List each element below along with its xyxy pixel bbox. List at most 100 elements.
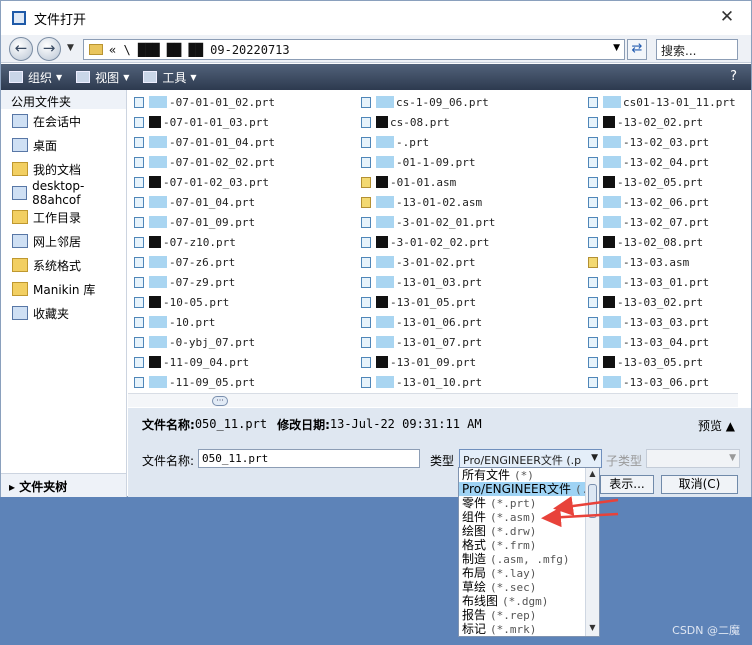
path-input[interactable]: « \ ███ ██ ██ 09-20220713 ▼	[83, 39, 625, 60]
file-item[interactable]: -01-01.asm	[361, 172, 495, 192]
subtype-select[interactable]: ▼	[646, 449, 740, 468]
file-item[interactable]: -3-01-02.prt	[361, 252, 495, 272]
scroll-down-icon[interactable]: ▼	[586, 623, 599, 635]
file-item[interactable]: -13-02_02.prt	[588, 112, 736, 132]
file-item[interactable]: -0-ybj_07.prt	[134, 332, 275, 352]
history-dropdown-icon[interactable]: ▼	[67, 43, 74, 53]
file-item[interactable]: -13-01_10.prt	[361, 372, 495, 392]
file-item[interactable]: -13-01_06.prt	[361, 312, 495, 332]
redaction-mark	[376, 216, 394, 228]
sidebar-item[interactable]: 在会话中	[1, 109, 126, 133]
type-option[interactable]: 草绘 (*.sec)	[459, 580, 599, 594]
tools-menu[interactable]: 工具 ▼	[143, 69, 197, 86]
redaction-mark	[603, 296, 615, 308]
type-option[interactable]: 布局 (*.lay)	[459, 566, 599, 580]
folder-tree-toggle[interactable]: ▸ 文件夹树	[1, 473, 126, 497]
sidebar-item[interactable]: 系统格式	[1, 253, 126, 277]
file-item[interactable]: -13-01-02.asm	[361, 192, 495, 212]
preview-toggle[interactable]: 预览 ▲	[698, 417, 735, 434]
file-name: -3-01-02_01.prt	[396, 215, 496, 229]
redaction-mark	[376, 296, 388, 308]
file-item[interactable]: -13-02_06.prt	[588, 192, 736, 212]
part-file-icon	[134, 356, 144, 368]
redaction-mark	[149, 356, 161, 368]
back-arrow-icon[interactable]: ←	[9, 37, 33, 61]
file-item[interactable]: -07-01_09.prt	[134, 212, 275, 232]
type-option-pattern: (*.mrk)	[490, 623, 537, 636]
file-item[interactable]: -13-03_02.prt	[588, 292, 736, 312]
filename-input[interactable]: 050_11.prt	[198, 449, 420, 468]
view-menu[interactable]: 视图 ▼	[76, 69, 129, 86]
file-item[interactable]: -13-01_03.prt	[361, 272, 495, 292]
sidebar-item[interactable]: 桌面	[1, 133, 126, 157]
chevron-down-icon[interactable]: ▼	[591, 453, 598, 463]
file-item[interactable]: -13-03_03.prt	[588, 312, 736, 332]
file-item[interactable]: -13-02_07.prt	[588, 212, 736, 232]
redaction-mark	[149, 196, 167, 208]
file-item[interactable]: -10-05.prt	[134, 292, 275, 312]
file-item[interactable]: -07-01-01_03.prt	[134, 112, 275, 132]
type-option[interactable]: 格式 (*.frm)	[459, 538, 599, 552]
cancel-button[interactable]: 取消(C)	[661, 475, 738, 494]
file-item[interactable]: -13-03_04.prt	[588, 332, 736, 352]
file-item[interactable]: -13-02_04.prt	[588, 152, 736, 172]
file-item[interactable]: -13-01_05.prt	[361, 292, 495, 312]
file-item[interactable]: -13-02_03.prt	[588, 132, 736, 152]
forward-arrow-icon[interactable]: →	[37, 37, 61, 61]
file-item[interactable]: -07-01-02_02.prt	[134, 152, 275, 172]
scroll-up-icon[interactable]: ▲	[586, 469, 599, 481]
file-item[interactable]: -13-01_09.prt	[361, 352, 495, 372]
file-item[interactable]: cs01-13-01_11.prt	[588, 92, 736, 112]
sidebar-item[interactable]: 收藏夹	[1, 301, 126, 325]
file-list: -07-01-01_02.prt -07-01-01_03.prt -07-01-0…	[128, 90, 738, 393]
sidebar-item[interactable]: desktop-88ahcof	[1, 179, 126, 207]
refresh-icon[interactable]: ⇄	[627, 39, 647, 60]
file-item[interactable]: -13-03_05.prt	[588, 352, 736, 372]
part-file-icon	[588, 316, 598, 328]
sidebar-item[interactable]: 工作目录	[1, 205, 126, 229]
type-option[interactable]: 布线图 (*.dgm)	[459, 594, 599, 608]
scroll-thumb[interactable]: ···	[212, 396, 228, 406]
search-input[interactable]: 搜索...	[656, 39, 738, 60]
type-option-name: 标记	[462, 622, 487, 636]
file-item[interactable]: -13-03_01.prt	[588, 272, 736, 292]
file-item[interactable]: -11-09_04.prt	[134, 352, 275, 372]
file-item[interactable]: -01-1-09.prt	[361, 152, 495, 172]
file-item[interactable]: -3-01-02_02.prt	[361, 232, 495, 252]
file-item[interactable]: cs-08.prt	[361, 112, 495, 132]
file-name: -11-09_05.prt	[169, 375, 256, 389]
sidebar-item[interactable]: 我的文档	[1, 157, 126, 181]
horizontal-scrollbar[interactable]: ···	[128, 393, 738, 407]
sidebar-item[interactable]: 网上邻居	[1, 229, 126, 253]
close-button[interactable]: ✕	[717, 7, 737, 27]
file-item[interactable]: cs-1-09_06.prt	[361, 92, 495, 112]
file-item[interactable]: -07-01-01_02.prt	[134, 92, 275, 112]
file-item[interactable]: -13-03.asm	[588, 252, 736, 272]
file-item[interactable]: -07-z9.prt	[134, 272, 275, 292]
file-item[interactable]: -10.prt	[134, 312, 275, 332]
file-item[interactable]: -07-z6.prt	[134, 252, 275, 272]
file-item[interactable]: -07-z10.prt	[134, 232, 275, 252]
file-item[interactable]: -07-01-01_04.prt	[134, 132, 275, 152]
help-icon[interactable]: ?	[730, 69, 737, 84]
type-option[interactable]: 所有文件 (*)	[459, 468, 599, 482]
file-item[interactable]: -07-01-02_03.prt	[134, 172, 275, 192]
redaction-mark	[376, 336, 394, 348]
file-item[interactable]: -13-02_08.prt	[588, 232, 736, 252]
organize-menu[interactable]: 组织 ▼	[9, 69, 62, 86]
file-item[interactable]: -.prt	[361, 132, 495, 152]
file-item[interactable]: -3-01-02_01.prt	[361, 212, 495, 232]
type-option[interactable]: 标记 (*.mrk)	[459, 622, 599, 636]
file-item[interactable]: -11-09_05.prt	[134, 372, 275, 392]
file-item[interactable]: -13-02_05.prt	[588, 172, 736, 192]
open-button[interactable]: 表示...	[600, 475, 654, 494]
sidebar-item[interactable]: Manikin 库	[1, 277, 126, 301]
type-option[interactable]: 制造 (.asm, .mfg)	[459, 552, 599, 566]
file-item[interactable]: -07-01_04.prt	[134, 192, 275, 212]
file-item[interactable]: -13-01_07.prt	[361, 332, 495, 352]
type-option[interactable]: 报告 (*.rep)	[459, 608, 599, 622]
part-file-icon	[361, 376, 371, 388]
file-item[interactable]: -13-03_06.prt	[588, 372, 736, 392]
chevron-down-icon[interactable]: ▼	[613, 43, 620, 53]
type-select[interactable]: Pro/ENGINEER文件 (.p ▼	[459, 449, 602, 468]
